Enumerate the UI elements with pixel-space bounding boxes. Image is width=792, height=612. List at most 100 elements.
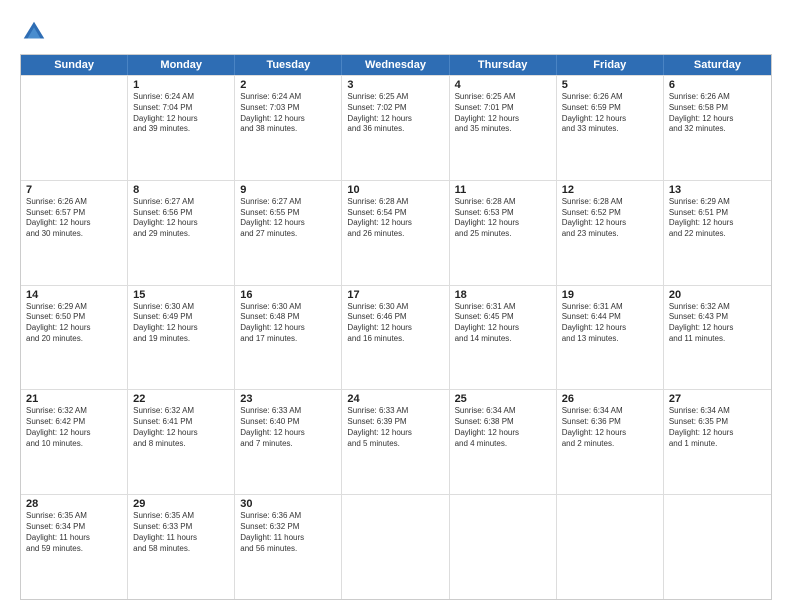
calendar-header-day: Wednesday <box>342 55 449 75</box>
calendar-cell: 1Sunrise: 6:24 AM Sunset: 7:04 PM Daylig… <box>128 76 235 180</box>
calendar-cell: 26Sunrise: 6:34 AM Sunset: 6:36 PM Dayli… <box>557 390 664 494</box>
day-number: 24 <box>347 393 443 405</box>
day-number: 13 <box>669 184 766 196</box>
calendar-cell <box>342 495 449 599</box>
day-number: 16 <box>240 289 336 301</box>
calendar-cell: 9Sunrise: 6:27 AM Sunset: 6:55 PM Daylig… <box>235 181 342 285</box>
day-number: 3 <box>347 79 443 91</box>
day-number: 29 <box>133 498 229 510</box>
calendar-cell: 8Sunrise: 6:27 AM Sunset: 6:56 PM Daylig… <box>128 181 235 285</box>
calendar-body: 1Sunrise: 6:24 AM Sunset: 7:04 PM Daylig… <box>21 75 771 599</box>
day-number: 5 <box>562 79 658 91</box>
calendar-header: SundayMondayTuesdayWednesdayThursdayFrid… <box>21 55 771 75</box>
calendar-cell: 24Sunrise: 6:33 AM Sunset: 6:39 PM Dayli… <box>342 390 449 494</box>
day-number: 20 <box>669 289 766 301</box>
cell-content: Sunrise: 6:33 AM Sunset: 6:39 PM Dayligh… <box>347 406 443 449</box>
calendar-cell: 16Sunrise: 6:30 AM Sunset: 6:48 PM Dayli… <box>235 286 342 390</box>
cell-content: Sunrise: 6:33 AM Sunset: 6:40 PM Dayligh… <box>240 406 336 449</box>
day-number: 7 <box>26 184 122 196</box>
calendar-cell: 15Sunrise: 6:30 AM Sunset: 6:49 PM Dayli… <box>128 286 235 390</box>
calendar-header-day: Sunday <box>21 55 128 75</box>
cell-content: Sunrise: 6:24 AM Sunset: 7:04 PM Dayligh… <box>133 92 229 135</box>
cell-content: Sunrise: 6:29 AM Sunset: 6:51 PM Dayligh… <box>669 197 766 240</box>
cell-content: Sunrise: 6:27 AM Sunset: 6:55 PM Dayligh… <box>240 197 336 240</box>
calendar-header-day: Tuesday <box>235 55 342 75</box>
calendar-row: 21Sunrise: 6:32 AM Sunset: 6:42 PM Dayli… <box>21 389 771 494</box>
calendar-cell: 2Sunrise: 6:24 AM Sunset: 7:03 PM Daylig… <box>235 76 342 180</box>
calendar-cell: 12Sunrise: 6:28 AM Sunset: 6:52 PM Dayli… <box>557 181 664 285</box>
header <box>20 18 772 46</box>
cell-content: Sunrise: 6:31 AM Sunset: 6:44 PM Dayligh… <box>562 302 658 345</box>
calendar-cell: 13Sunrise: 6:29 AM Sunset: 6:51 PM Dayli… <box>664 181 771 285</box>
calendar-cell: 3Sunrise: 6:25 AM Sunset: 7:02 PM Daylig… <box>342 76 449 180</box>
cell-content: Sunrise: 6:30 AM Sunset: 6:48 PM Dayligh… <box>240 302 336 345</box>
calendar-header-day: Saturday <box>664 55 771 75</box>
cell-content: Sunrise: 6:36 AM Sunset: 6:32 PM Dayligh… <box>240 511 336 554</box>
cell-content: Sunrise: 6:29 AM Sunset: 6:50 PM Dayligh… <box>26 302 122 345</box>
calendar-cell <box>557 495 664 599</box>
calendar-cell: 7Sunrise: 6:26 AM Sunset: 6:57 PM Daylig… <box>21 181 128 285</box>
day-number: 25 <box>455 393 551 405</box>
cell-content: Sunrise: 6:26 AM Sunset: 6:59 PM Dayligh… <box>562 92 658 135</box>
cell-content: Sunrise: 6:25 AM Sunset: 7:01 PM Dayligh… <box>455 92 551 135</box>
cell-content: Sunrise: 6:26 AM Sunset: 6:58 PM Dayligh… <box>669 92 766 135</box>
calendar-cell: 27Sunrise: 6:34 AM Sunset: 6:35 PM Dayli… <box>664 390 771 494</box>
calendar-cell: 28Sunrise: 6:35 AM Sunset: 6:34 PM Dayli… <box>21 495 128 599</box>
day-number: 9 <box>240 184 336 196</box>
day-number: 10 <box>347 184 443 196</box>
calendar-cell: 4Sunrise: 6:25 AM Sunset: 7:01 PM Daylig… <box>450 76 557 180</box>
calendar: SundayMondayTuesdayWednesdayThursdayFrid… <box>20 54 772 600</box>
calendar-cell: 6Sunrise: 6:26 AM Sunset: 6:58 PM Daylig… <box>664 76 771 180</box>
cell-content: Sunrise: 6:30 AM Sunset: 6:49 PM Dayligh… <box>133 302 229 345</box>
day-number: 6 <box>669 79 766 91</box>
cell-content: Sunrise: 6:28 AM Sunset: 6:53 PM Dayligh… <box>455 197 551 240</box>
day-number: 11 <box>455 184 551 196</box>
cell-content: Sunrise: 6:30 AM Sunset: 6:46 PM Dayligh… <box>347 302 443 345</box>
calendar-cell: 30Sunrise: 6:36 AM Sunset: 6:32 PM Dayli… <box>235 495 342 599</box>
calendar-cell <box>450 495 557 599</box>
calendar-header-day: Friday <box>557 55 664 75</box>
day-number: 30 <box>240 498 336 510</box>
calendar-cell: 29Sunrise: 6:35 AM Sunset: 6:33 PM Dayli… <box>128 495 235 599</box>
page: SundayMondayTuesdayWednesdayThursdayFrid… <box>0 0 792 612</box>
calendar-cell: 10Sunrise: 6:28 AM Sunset: 6:54 PM Dayli… <box>342 181 449 285</box>
calendar-cell: 5Sunrise: 6:26 AM Sunset: 6:59 PM Daylig… <box>557 76 664 180</box>
day-number: 17 <box>347 289 443 301</box>
logo <box>20 18 52 46</box>
cell-content: Sunrise: 6:34 AM Sunset: 6:36 PM Dayligh… <box>562 406 658 449</box>
logo-icon <box>20 18 48 46</box>
calendar-cell: 22Sunrise: 6:32 AM Sunset: 6:41 PM Dayli… <box>128 390 235 494</box>
calendar-cell: 23Sunrise: 6:33 AM Sunset: 6:40 PM Dayli… <box>235 390 342 494</box>
calendar-cell: 17Sunrise: 6:30 AM Sunset: 6:46 PM Dayli… <box>342 286 449 390</box>
cell-content: Sunrise: 6:28 AM Sunset: 6:54 PM Dayligh… <box>347 197 443 240</box>
calendar-cell: 11Sunrise: 6:28 AM Sunset: 6:53 PM Dayli… <box>450 181 557 285</box>
day-number: 19 <box>562 289 658 301</box>
day-number: 28 <box>26 498 122 510</box>
calendar-cell: 25Sunrise: 6:34 AM Sunset: 6:38 PM Dayli… <box>450 390 557 494</box>
day-number: 14 <box>26 289 122 301</box>
calendar-cell: 18Sunrise: 6:31 AM Sunset: 6:45 PM Dayli… <box>450 286 557 390</box>
calendar-cell: 19Sunrise: 6:31 AM Sunset: 6:44 PM Dayli… <box>557 286 664 390</box>
calendar-cell <box>21 76 128 180</box>
cell-content: Sunrise: 6:35 AM Sunset: 6:34 PM Dayligh… <box>26 511 122 554</box>
cell-content: Sunrise: 6:32 AM Sunset: 6:43 PM Dayligh… <box>669 302 766 345</box>
day-number: 22 <box>133 393 229 405</box>
day-number: 21 <box>26 393 122 405</box>
cell-content: Sunrise: 6:32 AM Sunset: 6:41 PM Dayligh… <box>133 406 229 449</box>
calendar-cell: 14Sunrise: 6:29 AM Sunset: 6:50 PM Dayli… <box>21 286 128 390</box>
calendar-cell <box>664 495 771 599</box>
cell-content: Sunrise: 6:26 AM Sunset: 6:57 PM Dayligh… <box>26 197 122 240</box>
calendar-row: 1Sunrise: 6:24 AM Sunset: 7:04 PM Daylig… <box>21 75 771 180</box>
day-number: 12 <box>562 184 658 196</box>
day-number: 23 <box>240 393 336 405</box>
day-number: 15 <box>133 289 229 301</box>
day-number: 1 <box>133 79 229 91</box>
cell-content: Sunrise: 6:34 AM Sunset: 6:35 PM Dayligh… <box>669 406 766 449</box>
calendar-header-day: Thursday <box>450 55 557 75</box>
day-number: 18 <box>455 289 551 301</box>
cell-content: Sunrise: 6:31 AM Sunset: 6:45 PM Dayligh… <box>455 302 551 345</box>
cell-content: Sunrise: 6:32 AM Sunset: 6:42 PM Dayligh… <box>26 406 122 449</box>
day-number: 26 <box>562 393 658 405</box>
calendar-header-day: Monday <box>128 55 235 75</box>
day-number: 4 <box>455 79 551 91</box>
